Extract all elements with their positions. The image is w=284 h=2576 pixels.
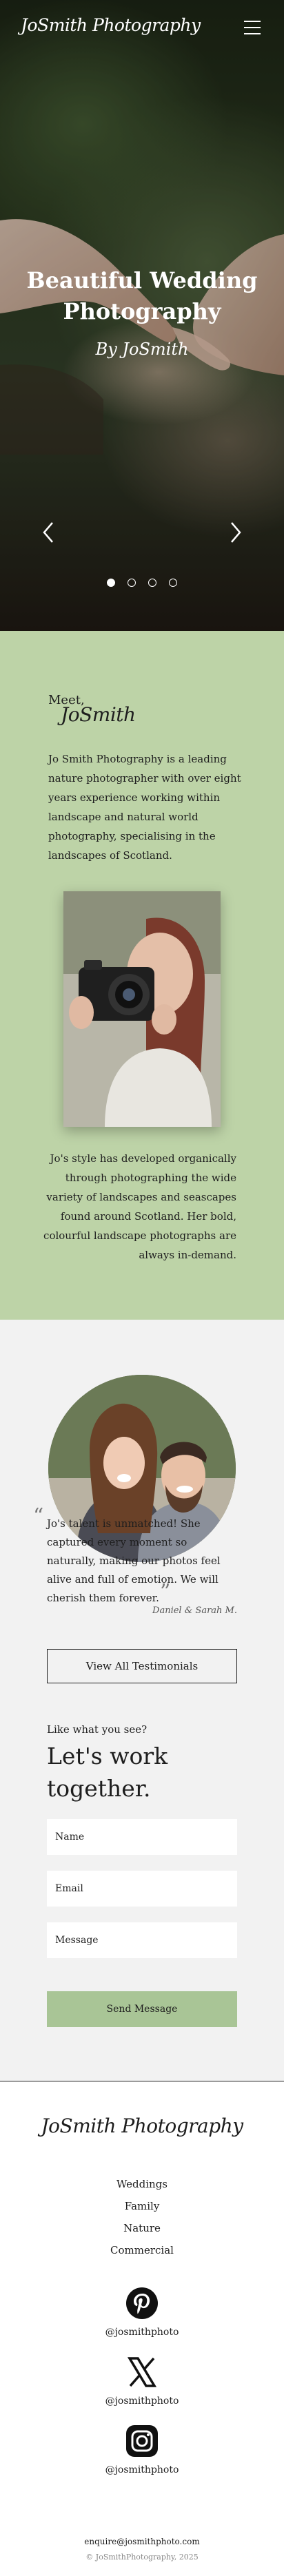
chevron-left-icon[interactable] — [40, 520, 57, 545]
site-footer: JoSmith Photography Weddings Family Natu… — [0, 2081, 284, 2576]
name-field[interactable] — [47, 1819, 237, 1855]
hamburger-menu-icon[interactable] — [244, 21, 261, 34]
photographer-portrait — [63, 891, 221, 1127]
footer-link-weddings[interactable]: Weddings — [0, 2178, 284, 2190]
view-testimonials-button[interactable]: View All Testimonials — [47, 1649, 237, 1683]
carousel-dots — [0, 579, 284, 587]
x-icon[interactable] — [125, 2356, 159, 2389]
instagram-handle[interactable]: @josmithphoto — [0, 2464, 284, 2475]
contact-heading: Let's work together. — [47, 1743, 168, 1802]
footer-link-commercial[interactable]: Commercial — [0, 2244, 284, 2256]
email-field[interactable] — [47, 1871, 237, 1907]
testimonial-author: Daniel & Sarah M. — [152, 1606, 237, 1616]
message-field[interactable] — [47, 1922, 237, 1958]
hero-title: Beautiful Wedding Photography — [26, 267, 258, 324]
about-intro: Jo Smith Photography is a leading nature… — [48, 753, 241, 862]
testimonial-section: “ Jo's talent is unmatched! She captured… — [0, 1320, 284, 2081]
footer-link-nature[interactable]: Nature — [0, 2222, 284, 2234]
testimonial-quote: Jo's talent is unmatched! She captured e… — [47, 1517, 221, 1604]
footer-link-family[interactable]: Family — [0, 2200, 284, 2212]
carousel-dot-2[interactable] — [128, 579, 136, 587]
hero-carousel: JoSmith Photography Beautiful Wedding Ph… — [0, 0, 284, 631]
contact-kicker: Like what you see? — [47, 1723, 148, 1736]
chevron-right-icon[interactable] — [227, 520, 244, 545]
about-style: Jo's style has developed organically thr… — [43, 1152, 236, 1261]
carousel-dot-4[interactable] — [169, 579, 177, 587]
send-message-button[interactable]: Send Message — [47, 1991, 237, 2027]
pinterest-handle[interactable]: @josmithphoto — [0, 2327, 284, 2338]
pinterest-icon[interactable] — [125, 2287, 159, 2320]
hero-subtitle: By JoSmith — [95, 340, 189, 359]
open-quote-icon: “ — [33, 1504, 44, 1528]
instagram-icon[interactable] — [125, 2424, 159, 2458]
copyright-text: © JoSmithPhotography, 2025 — [85, 2553, 199, 2562]
photographer-name: JoSmith — [61, 703, 136, 726]
x-handle[interactable]: @josmithphoto — [0, 2396, 284, 2407]
contact-email-link[interactable]: enquire@josmithphoto.com — [0, 2537, 284, 2546]
site-logo[interactable]: JoSmith Photography — [21, 15, 201, 35]
footer-logo[interactable]: JoSmith Photography — [0, 2115, 284, 2137]
about-section: Meet, JoSmith Jo Smith Photography is a … — [0, 631, 284, 1320]
carousel-dot-1[interactable] — [107, 579, 115, 587]
carousel-dot-3[interactable] — [148, 579, 156, 587]
close-quote-icon: ” — [160, 1580, 171, 1604]
